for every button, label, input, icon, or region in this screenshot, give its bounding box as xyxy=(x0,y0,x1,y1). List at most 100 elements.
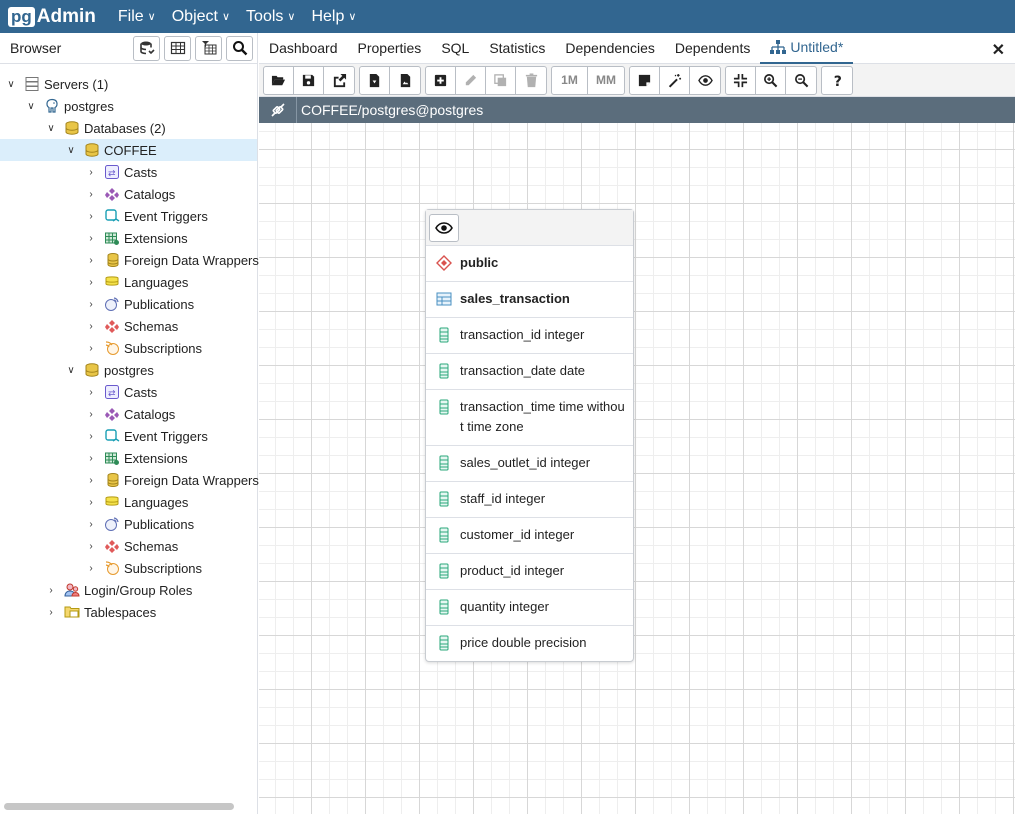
download-image-button[interactable] xyxy=(390,67,420,94)
tab-dependents[interactable]: Dependents xyxy=(665,33,761,64)
tab-statistics[interactable]: Statistics xyxy=(479,33,555,64)
tree-node-casts[interactable]: › ⇄ Casts xyxy=(86,381,157,403)
tab-dependencies[interactable]: Dependencies xyxy=(555,33,665,64)
tree-node-event-triggers[interactable]: › Event Triggers xyxy=(86,205,208,227)
tree-node-databases[interactable]: ∨ Databases (2) xyxy=(46,117,165,139)
tree-node-catalogs[interactable]: › Catalogs xyxy=(86,183,175,205)
query-tool-button[interactable] xyxy=(133,35,160,61)
connection-status-button[interactable] xyxy=(259,97,297,123)
filter-rows-button[interactable] xyxy=(195,35,222,61)
tree-node-db-coffee[interactable]: ∨ COFFEE xyxy=(0,139,257,161)
chevron-down-icon[interactable]: ∨ xyxy=(46,123,56,134)
chevron-right-icon[interactable]: › xyxy=(86,497,96,508)
chevron-right-icon[interactable]: › xyxy=(86,277,96,288)
save-button[interactable] xyxy=(294,66,324,94)
chevron-right-icon[interactable]: › xyxy=(86,563,96,574)
chevron-right-icon[interactable]: › xyxy=(86,431,96,442)
chevron-right-icon[interactable]: › xyxy=(46,607,56,618)
edit-table-button[interactable] xyxy=(456,66,486,94)
svg-text:?: ? xyxy=(833,74,841,88)
erd-column-row[interactable]: staff_id integer xyxy=(426,482,633,518)
chevron-right-icon[interactable]: › xyxy=(86,343,96,354)
zoom-out-button[interactable] xyxy=(786,67,816,94)
auto-align-button[interactable] xyxy=(660,66,690,94)
chevron-right-icon[interactable]: › xyxy=(86,211,96,222)
tree-node-languages[interactable]: › Languages xyxy=(86,491,188,513)
erd-table-node[interactable]: public sales_transaction transaction_id … xyxy=(425,209,634,662)
zoom-in-button[interactable] xyxy=(756,66,786,94)
close-tab-icon[interactable]: ✕ xyxy=(992,40,1005,60)
chevron-right-icon[interactable]: › xyxy=(46,585,56,596)
chevron-right-icon[interactable]: › xyxy=(86,453,96,464)
tree-node-casts[interactable]: › ⇄ Casts xyxy=(86,161,157,183)
erd-canvas[interactable] xyxy=(259,123,1015,814)
chevron-right-icon[interactable]: › xyxy=(86,475,96,486)
tree-node-tablespaces[interactable]: › Tablespaces xyxy=(46,601,156,623)
add-table-button[interactable] xyxy=(426,66,456,94)
chevron-down-icon[interactable]: ∨ xyxy=(66,145,76,156)
chevron-right-icon[interactable]: › xyxy=(86,321,96,332)
tree-node-extensions[interactable]: › Extensions xyxy=(86,227,187,249)
toggle-details-button[interactable] xyxy=(429,213,459,242)
drop-table-button[interactable] xyxy=(516,67,546,94)
tree-node-postgres-server[interactable]: ∨ postgres xyxy=(26,95,114,117)
erd-column-row[interactable]: price double precision xyxy=(426,626,633,661)
help-button[interactable]: ? xyxy=(822,67,852,94)
chevron-right-icon[interactable]: › xyxy=(86,387,96,398)
chevron-right-icon[interactable]: › xyxy=(86,409,96,420)
clone-table-button[interactable] xyxy=(486,66,516,94)
chevron-down-icon[interactable]: ∨ xyxy=(6,79,16,90)
tree-node-publications[interactable]: › Publications xyxy=(86,513,194,535)
menu-file[interactable]: File ∨ xyxy=(118,8,156,26)
tree-node-publications[interactable]: › Publications xyxy=(86,293,194,315)
tree-node-schemas[interactable]: › Schemas xyxy=(86,535,178,557)
menu-help[interactable]: Help ∨ xyxy=(311,8,356,26)
tree-node-login-roles[interactable]: › Login/Group Roles xyxy=(46,579,192,601)
open-file-button[interactable] xyxy=(264,66,294,94)
erd-column-row[interactable]: transaction_date date xyxy=(426,354,633,390)
tree-node-schemas[interactable]: › Schemas xyxy=(86,315,178,337)
chevron-down-icon[interactable]: ∨ xyxy=(26,101,36,112)
tree-node-db-postgres[interactable]: ∨ postgres xyxy=(66,359,154,381)
tab-sql[interactable]: SQL xyxy=(431,33,479,64)
add-note-button[interactable] xyxy=(630,66,660,94)
search-objects-button[interactable] xyxy=(226,35,253,61)
erd-column-row[interactable]: transaction_time time without time zone xyxy=(426,390,633,446)
tab-properties[interactable]: Properties xyxy=(348,33,432,64)
chevron-right-icon[interactable]: › xyxy=(86,299,96,310)
chevron-right-icon[interactable]: › xyxy=(86,541,96,552)
show-details-button[interactable] xyxy=(690,67,720,94)
many-to-many-button[interactable]: MM xyxy=(588,67,624,94)
export-sql-button[interactable] xyxy=(360,66,390,94)
tree-node-servers[interactable]: ∨ Servers (1) xyxy=(6,73,108,95)
chevron-right-icon[interactable]: › xyxy=(86,233,96,244)
chevron-right-icon[interactable]: › xyxy=(86,519,96,530)
one-to-many-button[interactable]: 1M xyxy=(552,66,588,94)
chevron-right-icon[interactable]: › xyxy=(86,167,96,178)
erd-column-row[interactable]: product_id integer xyxy=(426,554,633,590)
tree-node-event-triggers[interactable]: › Event Triggers xyxy=(86,425,208,447)
view-data-button[interactable] xyxy=(164,35,191,61)
chevron-right-icon[interactable]: › xyxy=(86,255,96,266)
erd-column-row[interactable]: customer_id integer xyxy=(426,518,633,554)
tab-erd-untitled[interactable]: Untitled* xyxy=(760,33,854,64)
tree-node-fdw[interactable]: › Foreign Data Wrappers xyxy=(86,469,259,491)
horizontal-scrollbar[interactable] xyxy=(4,803,234,810)
erd-column-row[interactable]: quantity integer xyxy=(426,590,633,626)
chevron-down-icon[interactable]: ∨ xyxy=(66,365,76,376)
menu-tools[interactable]: Tools ∨ xyxy=(246,8,295,26)
tree-node-fdw[interactable]: › Foreign Data Wrappers xyxy=(86,249,259,271)
zoom-to-fit-button[interactable] xyxy=(726,66,756,94)
tree-node-subscriptions[interactable]: › Subscriptions xyxy=(86,337,202,359)
save-as-button[interactable] xyxy=(324,67,354,94)
chevron-right-icon[interactable]: › xyxy=(86,189,96,200)
tree-node-catalogs[interactable]: › Catalogs xyxy=(86,403,175,425)
tree-node-extensions[interactable]: › Extensions xyxy=(86,447,187,469)
tree-node-subscriptions[interactable]: › Subscriptions xyxy=(86,557,202,579)
erd-column-row[interactable]: transaction_id integer xyxy=(426,318,633,354)
extensions-icon xyxy=(104,230,120,246)
menu-object[interactable]: Object ∨ xyxy=(172,8,230,26)
erd-column-row[interactable]: sales_outlet_id integer xyxy=(426,446,633,482)
tree-node-languages[interactable]: › Languages xyxy=(86,271,188,293)
tab-dashboard[interactable]: Dashboard xyxy=(259,33,348,64)
